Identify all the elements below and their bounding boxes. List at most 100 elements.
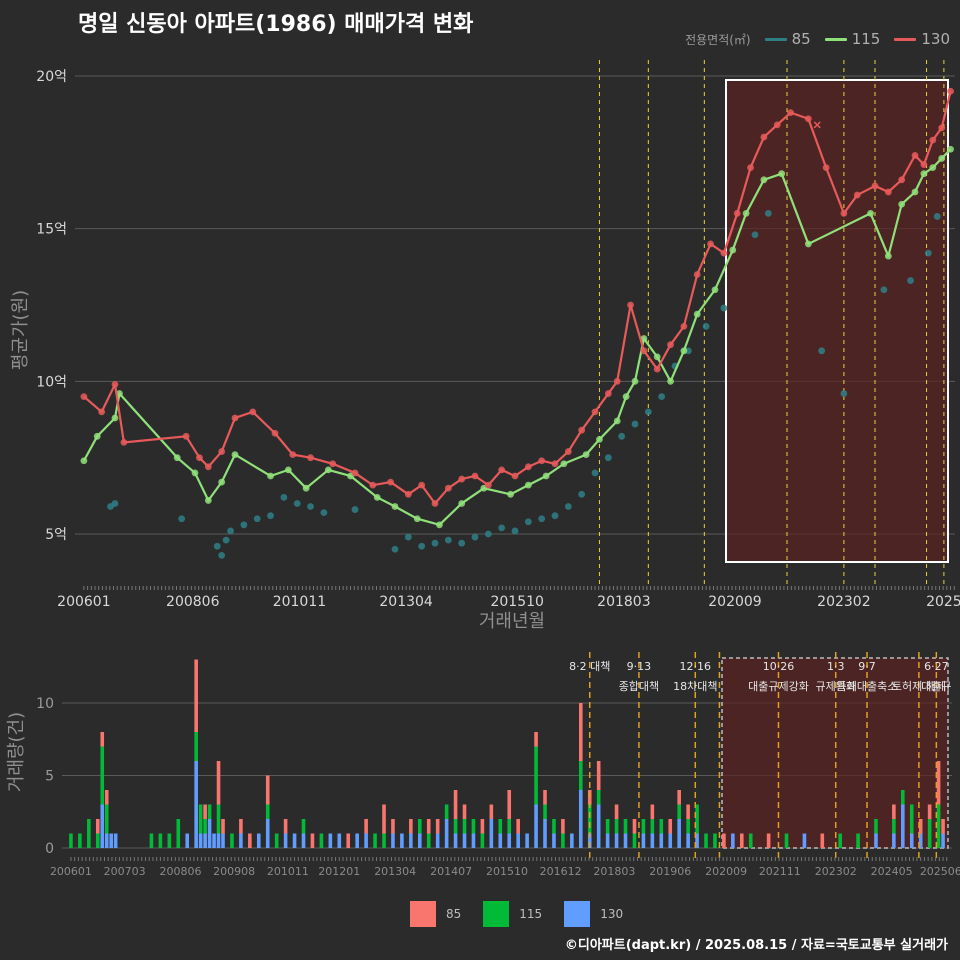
- data-point-130: [196, 454, 203, 462]
- volume-bar-segment: [409, 833, 413, 848]
- volume-bar-segment: [596, 804, 601, 848]
- volume-bar-segment: [444, 804, 449, 819]
- volume-bar-segment: [507, 790, 512, 819]
- volume-x-tick-label: 201803: [593, 865, 635, 878]
- volume-bar-segment: [203, 833, 207, 848]
- volume-bar-segment: [471, 819, 476, 834]
- data-point-115: [884, 252, 892, 260]
- volume-bar-segment: [87, 819, 91, 848]
- volume-bar-segment: [552, 833, 556, 848]
- data-point-85: [840, 390, 848, 397]
- data-point-115: [507, 490, 514, 498]
- data-point-85: [658, 393, 666, 400]
- data-point-130: [747, 164, 754, 172]
- volume-bar-segment: [561, 833, 565, 848]
- volume-bar-segment: [194, 732, 198, 761]
- event-label-name: 종합대책: [619, 680, 659, 693]
- event-label-date: 8·2 대책: [569, 660, 610, 673]
- data-point-115: [947, 145, 954, 153]
- volume-bar-segment: [686, 804, 690, 819]
- data-point-115: [391, 503, 399, 510]
- volume-bar-segment: [391, 833, 395, 848]
- data-point-115: [173, 454, 181, 462]
- data-point-115: [742, 210, 750, 217]
- data-point-115: [413, 515, 421, 523]
- data-point-115: [631, 377, 639, 385]
- volume-bar-segment: [104, 833, 109, 848]
- data-point-85: [631, 420, 639, 428]
- data-point-130: [871, 182, 879, 190]
- volume-bar-segment: [489, 804, 494, 819]
- volume-bar-segment: [194, 659, 198, 732]
- volume-bar-segment: [722, 833, 726, 848]
- volume-bar-segment: [856, 833, 860, 848]
- volume-bar-segment: [149, 833, 154, 848]
- data-point-85: [751, 231, 759, 239]
- event-label-date: 6·27: [924, 660, 949, 673]
- volume-bar-segment: [417, 819, 422, 834]
- volume-x-tick-label: 201304: [374, 865, 416, 878]
- data-point-130: [538, 457, 546, 465]
- data-point-85: [320, 509, 328, 517]
- data-point-115: [729, 246, 737, 254]
- volume-bar-segment: [167, 833, 172, 848]
- volume-bar-segment: [319, 833, 324, 848]
- volume-legend-swatch-85: [410, 901, 436, 927]
- price-y-tick-label: 20억: [36, 69, 67, 85]
- data-point-130: [693, 271, 701, 278]
- volume-bar-segment: [104, 804, 109, 834]
- event-label-name: 대출규: [921, 680, 951, 693]
- data-point-130: [920, 161, 928, 168]
- volume-bar-segment: [104, 790, 109, 805]
- volume-bar-segment: [185, 833, 190, 848]
- data-point-115: [284, 466, 292, 474]
- volume-bar-segment: [578, 761, 583, 790]
- data-point-115: [542, 472, 550, 480]
- data-point-130: [418, 481, 426, 489]
- volume-bar-segment: [516, 819, 520, 834]
- data-point-130: [627, 301, 634, 309]
- volume-bar-segment: [587, 804, 592, 834]
- volume-bar-segment: [265, 775, 270, 805]
- volume-legend-swatch-130: [564, 901, 591, 927]
- volume-bar-segment: [659, 833, 664, 848]
- price-y-tick-label: 15억: [36, 222, 67, 238]
- volume-x-tick-label: 201906: [649, 865, 691, 878]
- volume-bar-segment: [516, 833, 520, 848]
- volume-bar-segment: [677, 804, 681, 819]
- data-point-130: [249, 408, 257, 416]
- data-point-115: [613, 417, 621, 425]
- data-point-130: [231, 414, 239, 422]
- volume-bar-segment: [695, 804, 699, 834]
- data-point-130: [604, 390, 612, 397]
- data-point-115: [582, 451, 590, 459]
- volume-bar-segment: [632, 833, 637, 848]
- volume-bar-segment: [552, 819, 556, 834]
- data-point-115: [111, 414, 119, 422]
- volume-bar-segment: [435, 833, 440, 848]
- data-point-85: [484, 530, 492, 538]
- data-point-130: [667, 341, 674, 349]
- volume-bar-segment: [874, 819, 878, 834]
- event-label-name: 특례대출축소: [837, 680, 898, 693]
- data-point-130: [822, 164, 830, 172]
- volume-bar-segment: [265, 819, 270, 848]
- volume-bar-segment: [355, 833, 359, 848]
- data-point-130: [640, 347, 648, 355]
- volume-bar-segment: [892, 833, 896, 848]
- price-x-tick-label: 2025: [926, 594, 960, 610]
- data-point-85: [644, 408, 652, 416]
- volume-bar-segment: [686, 819, 690, 834]
- data-point-115: [898, 200, 906, 208]
- volume-bar-segment: [632, 819, 637, 834]
- volume-bar-segment: [874, 833, 878, 848]
- volume-x-tick-label: 200908: [213, 865, 255, 878]
- data-point-85: [444, 536, 452, 544]
- volume-legend-label-115: 115: [519, 907, 543, 921]
- volume-bar-segment: [650, 833, 655, 848]
- data-point-115: [524, 481, 532, 489]
- volume-bar-segment: [936, 761, 941, 805]
- volume-bar-segment: [95, 819, 100, 834]
- volume-bar-segment: [221, 819, 225, 834]
- volume-bar-segment: [391, 819, 395, 834]
